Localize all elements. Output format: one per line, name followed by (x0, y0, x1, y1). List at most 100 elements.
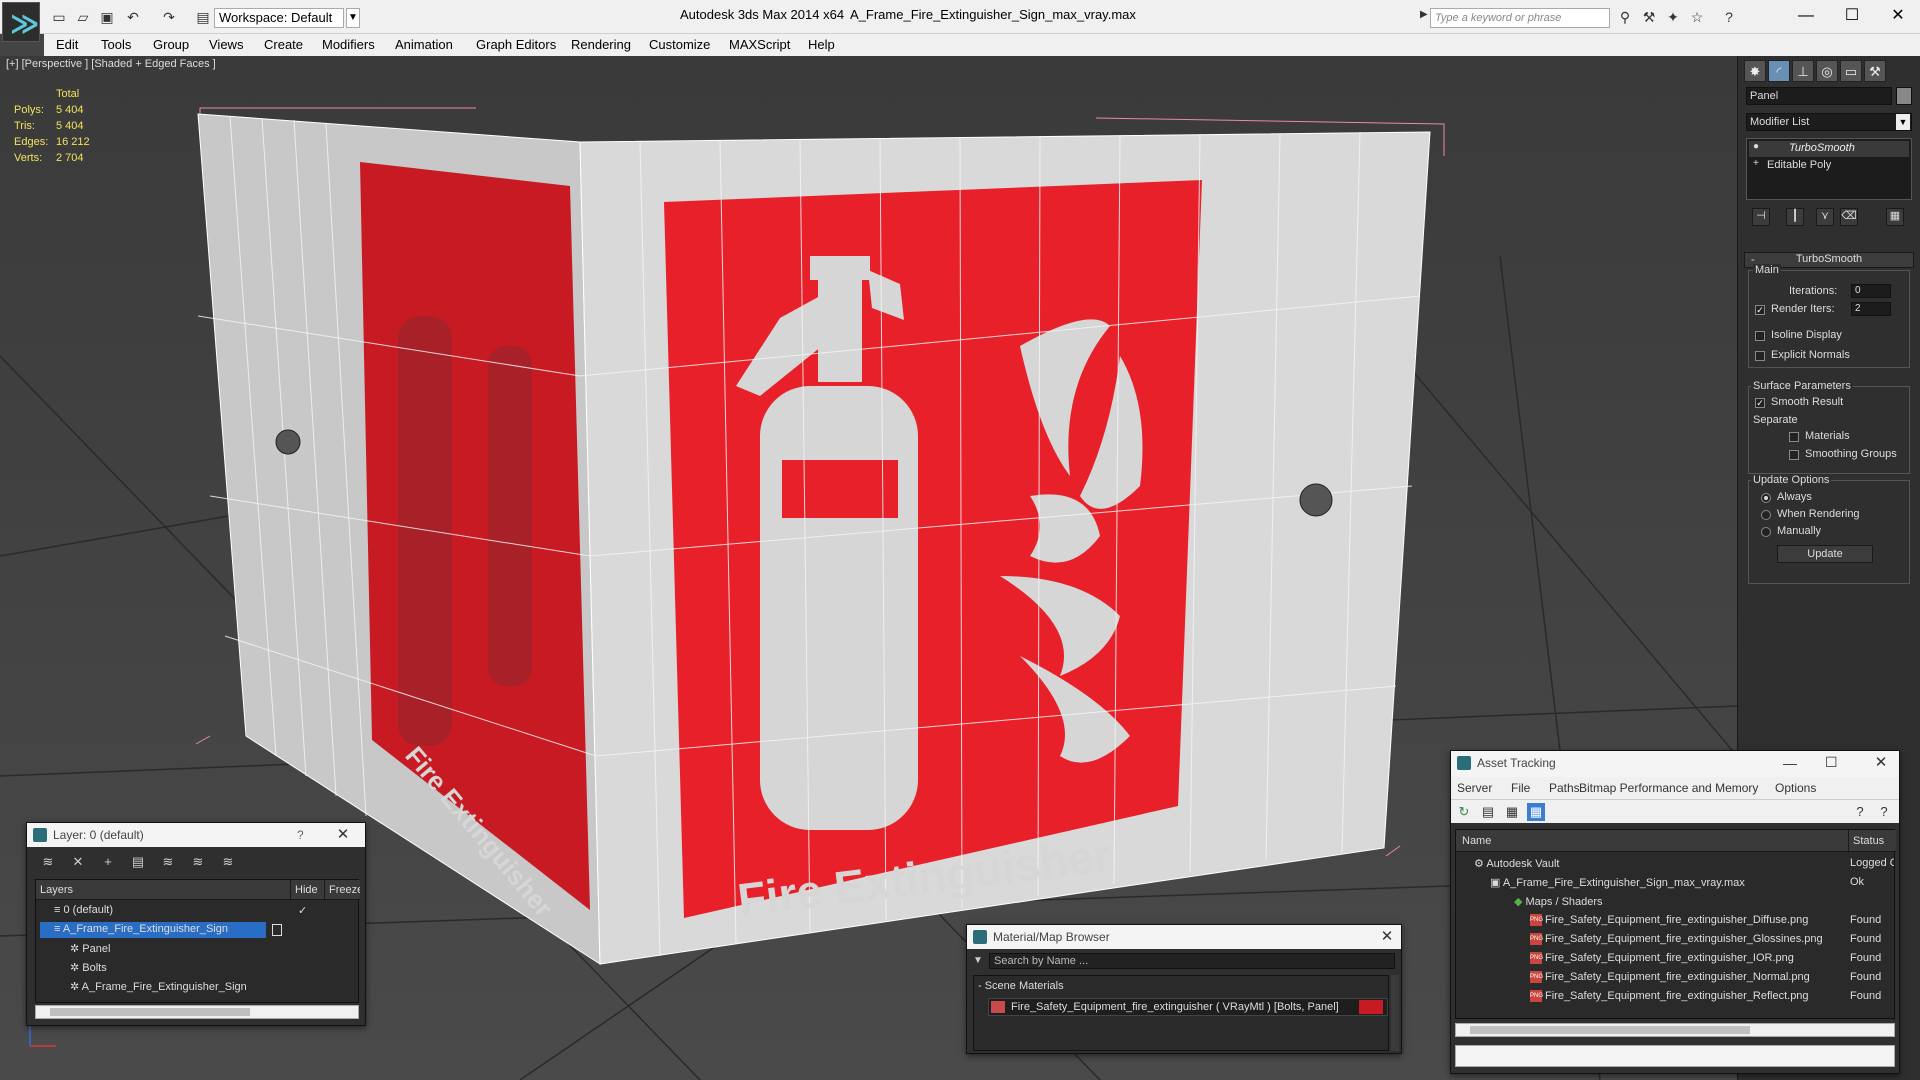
menu-group[interactable]: Group (153, 37, 189, 52)
asset-path-field[interactable] (1455, 1045, 1895, 1067)
asset-row-max-file[interactable]: ▣ A_Frame_Fire_Extinguisher_Sign_max_vra… (1490, 876, 1745, 889)
remove-modifier-icon[interactable]: ⌫ (1840, 208, 1858, 226)
hide-all-layers-icon[interactable]: ≋ (189, 853, 207, 871)
binoculars-icon[interactable]: ⚲ (1616, 8, 1634, 26)
search-input[interactable]: Type a keyword or phrase (1430, 8, 1610, 28)
layer-row-sign[interactable]: ≡ A_Frame_Fire_Extinguisher_Sign (54, 923, 228, 935)
expand-arrow-icon[interactable]: ▶ (1420, 9, 1428, 20)
utilities-tab-icon[interactable]: ⚒ (1864, 60, 1886, 82)
asset-horizontal-scrollbar[interactable] (1455, 1023, 1895, 1037)
refresh-icon[interactable]: ↻ (1455, 803, 1473, 821)
always-radio[interactable] (1761, 493, 1771, 503)
undo-icon[interactable]: ↶ (124, 8, 142, 26)
select-layer-icon[interactable]: ▤ (129, 853, 147, 871)
layer-row-default[interactable]: ≡ 0 (default) (54, 904, 113, 916)
modify-tab-icon[interactable]: ◜ (1768, 60, 1790, 82)
close-icon[interactable]: ✕ (1871, 753, 1891, 773)
smoothing-groups-checkbox[interactable] (1789, 450, 1799, 460)
layer-active-box-icon[interactable] (272, 924, 282, 936)
asset-menu-bitmap-performance[interactable]: Bitmap Performance and Memory (1579, 781, 1758, 795)
workspace-dropdown[interactable]: Workspace: Default (214, 8, 344, 28)
object-row-bolts[interactable]: ✲ Bolts (70, 961, 107, 974)
subscription-icon[interactable]: ⚒ (1640, 8, 1658, 26)
new-file-icon[interactable]: ▭ (50, 8, 68, 26)
isoline-display-checkbox[interactable] (1755, 331, 1765, 341)
smooth-result-checkbox[interactable]: ✓ (1755, 398, 1765, 408)
asset-menu-paths[interactable]: Paths (1549, 781, 1580, 795)
asset-row-glossines[interactable]: PNG Fire_Safety_Equipment_fire_extinguish… (1530, 933, 1823, 946)
browser-options-icon[interactable]: ▼ (973, 955, 983, 966)
menu-customize[interactable]: Customize (649, 37, 710, 52)
object-name-field[interactable]: Panel (1746, 87, 1892, 105)
modifier-list-dropdown[interactable]: Modifier List (1746, 113, 1912, 131)
show-end-result-icon[interactable]: ┃ (1786, 208, 1804, 226)
menu-rendering[interactable]: Rendering (571, 37, 631, 52)
material-search-input[interactable]: Search by Name ... (989, 953, 1395, 969)
motion-tab-icon[interactable]: ◎ (1816, 60, 1838, 82)
options-help-icon[interactable]: ? (1875, 803, 1893, 821)
asset-row-vault[interactable]: ⚙ Autodesk Vault (1474, 857, 1560, 870)
asset-tracking-titlebar[interactable]: Asset Tracking — ☐ ✕ (1451, 751, 1899, 777)
name-column-header[interactable]: Name (1456, 830, 1848, 852)
lightbulb-icon[interactable]: ● (1753, 141, 1759, 152)
object-row-sign[interactable]: ✲ A_Frame_Fire_Extinguisher_Sign (70, 980, 247, 993)
menu-modifiers[interactable]: Modifiers (322, 37, 375, 52)
menu-create[interactable]: Create (264, 37, 303, 52)
menu-tools[interactable]: Tools (101, 37, 131, 52)
close-icon[interactable]: ✕ (333, 825, 353, 845)
asset-menu-server[interactable]: Server (1457, 781, 1492, 795)
pin-stack-icon[interactable]: ⊣ (1752, 208, 1770, 226)
layer-window-titlebar[interactable]: Layer: 0 (default) ? ✕ (27, 823, 365, 847)
update-button[interactable]: Update (1777, 545, 1873, 563)
material-vertical-scrollbar[interactable] (1391, 975, 1399, 1051)
menu-views[interactable]: Views (209, 37, 243, 52)
scene-materials-group[interactable]: - Scene Materials (978, 980, 1064, 992)
close-icon[interactable]: ✕ (1878, 4, 1918, 28)
status-column-header[interactable]: Status (1848, 830, 1896, 852)
materials-checkbox[interactable] (1789, 432, 1799, 442)
render-iters-checkbox[interactable]: ✓ (1755, 305, 1765, 315)
highlight-layer-icon[interactable]: ≋ (159, 853, 177, 871)
app-logo[interactable]: ≫ (2, 2, 40, 42)
configure-modifier-sets-icon[interactable]: ▦ (1886, 208, 1904, 226)
close-icon[interactable]: ✕ (1377, 927, 1397, 947)
delete-layer-icon[interactable]: ✕ (69, 853, 87, 871)
list-view-icon[interactable]: ▤ (1479, 803, 1497, 821)
modifier-editable-poly[interactable]: + Editable Poly (1749, 158, 1909, 174)
new-layer-icon[interactable]: ≋ (39, 853, 57, 871)
when-rendering-radio[interactable] (1761, 510, 1771, 520)
display-tab-icon[interactable]: ▭ (1840, 60, 1862, 82)
asset-row-normal[interactable]: PNG Fire_Safety_Equipment_fire_extinguish… (1530, 971, 1810, 984)
material-item[interactable]: Fire_Safety_Equipment_fire_extinguisher … (988, 998, 1388, 1016)
menu-edit[interactable]: Edit (56, 37, 78, 52)
add-to-layer-icon[interactable]: + (99, 853, 117, 871)
make-unique-icon[interactable]: ⋎ (1816, 208, 1834, 226)
object-color-swatch[interactable] (1896, 87, 1912, 105)
menu-animation[interactable]: Animation (395, 37, 453, 52)
create-tab-icon[interactable]: ✸ (1744, 60, 1766, 82)
hide-column-header[interactable]: Hide (290, 880, 324, 900)
help-icon[interactable]: ? (1720, 8, 1738, 26)
help-icon[interactable]: ? (297, 828, 304, 842)
help-icon[interactable]: ? (1851, 803, 1869, 821)
render-iters-spinner[interactable]: 2 (1851, 302, 1891, 316)
asset-row-reflect[interactable]: PNG Fire_Safety_Equipment_fire_extinguish… (1530, 990, 1809, 1003)
project-folder-icon[interactable]: ▤ (194, 8, 212, 26)
save-file-icon[interactable]: ▣ (98, 8, 116, 26)
expand-plus-icon[interactable]: + (1753, 158, 1759, 169)
asset-row-maps-shaders[interactable]: ◆ Maps / Shaders (1514, 895, 1603, 908)
maximize-icon[interactable]: ☐ (1825, 754, 1838, 771)
object-row-panel[interactable]: ✲ Panel (70, 942, 110, 955)
asset-menu-file[interactable]: File (1511, 781, 1530, 795)
minimize-icon[interactable]: — (1786, 4, 1826, 28)
table-view-icon[interactable]: ▦ (1503, 803, 1521, 821)
asset-menu-options[interactable]: Options (1775, 781, 1816, 795)
maximize-icon[interactable]: ☐ (1832, 4, 1872, 28)
open-file-icon[interactable]: ▱ (74, 8, 92, 26)
freeze-column-header[interactable]: Freeze (324, 880, 360, 900)
freeze-all-layers-icon[interactable]: ≋ (219, 853, 237, 871)
communication-icon[interactable]: ✦ (1664, 8, 1682, 26)
modifier-turbosmooth[interactable]: ● TurboSmooth (1749, 141, 1909, 157)
minimize-icon[interactable]: — (1783, 755, 1797, 771)
hierarchy-tab-icon[interactable]: ⊥ (1792, 60, 1814, 82)
